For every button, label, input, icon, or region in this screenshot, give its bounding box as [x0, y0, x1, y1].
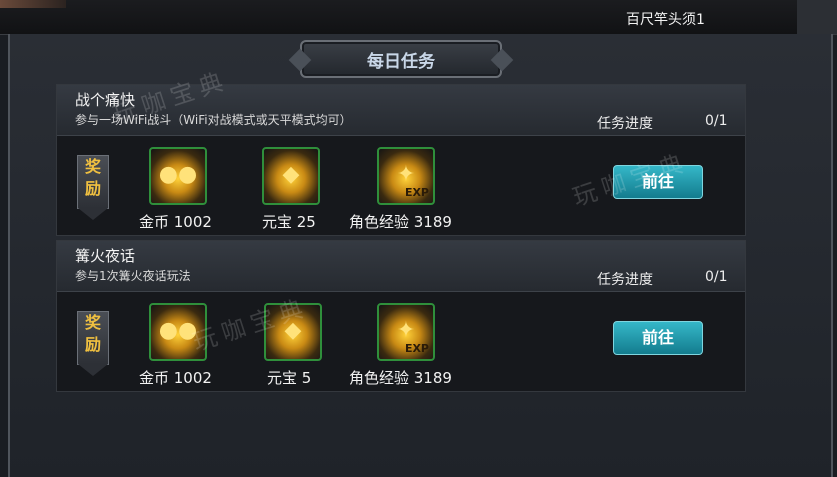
go-button[interactable]: 前往 [613, 321, 703, 355]
page-title: 每日任务 [367, 52, 435, 72]
top-right-tab[interactable] [797, 0, 837, 34]
top-bar: 百尺竿头须1 [0, 0, 837, 35]
reward-label-yuanbao: 元宝 25 [262, 213, 316, 231]
reward-tag-label: 奖励 [84, 313, 101, 354]
task-progress-label: 任务进度 [597, 116, 653, 132]
reward-label-exp: 角色经验 3189 [349, 213, 452, 231]
yuanbao-icon[interactable]: ◆ [262, 147, 320, 205]
task-progress-value: 0/1 [705, 113, 728, 129]
task-description: 参与1次篝火夜话玩法 [75, 269, 191, 283]
gold-coin-icon[interactable]: ●● [149, 147, 207, 205]
header-status-text: 百尺竿头须1 [626, 12, 705, 28]
reward-label-gold: 金币 1002 [139, 213, 212, 231]
exp-icon[interactable]: ✦ EXP [377, 303, 435, 361]
title-plaque: 每日任务 [288, 40, 514, 78]
task-header: 篝火夜话 参与1次篝火夜话玩法 任务进度 0/1 [57, 241, 745, 292]
reward-tag-label: 奖励 [84, 157, 101, 198]
reward-label-gold: 金币 1002 [139, 369, 212, 387]
reward-tag: 奖励 [77, 311, 109, 376]
task-progress-value: 0/1 [705, 269, 728, 285]
task-progress-label: 任务进度 [597, 272, 653, 288]
exp-icon[interactable]: ✦ EXP [377, 147, 435, 205]
reward-label-exp: 角色经验 3189 [349, 369, 452, 387]
task-name: 篝火夜话 [75, 247, 136, 265]
reward-label-yuanbao: 元宝 5 [267, 369, 312, 387]
reward-tag: 奖励 [77, 155, 109, 220]
task-card: 篝火夜话 参与1次篝火夜话玩法 任务进度 0/1 奖励 ●● 金币 1002 ◆… [56, 240, 746, 392]
avatar[interactable] [0, 0, 66, 8]
